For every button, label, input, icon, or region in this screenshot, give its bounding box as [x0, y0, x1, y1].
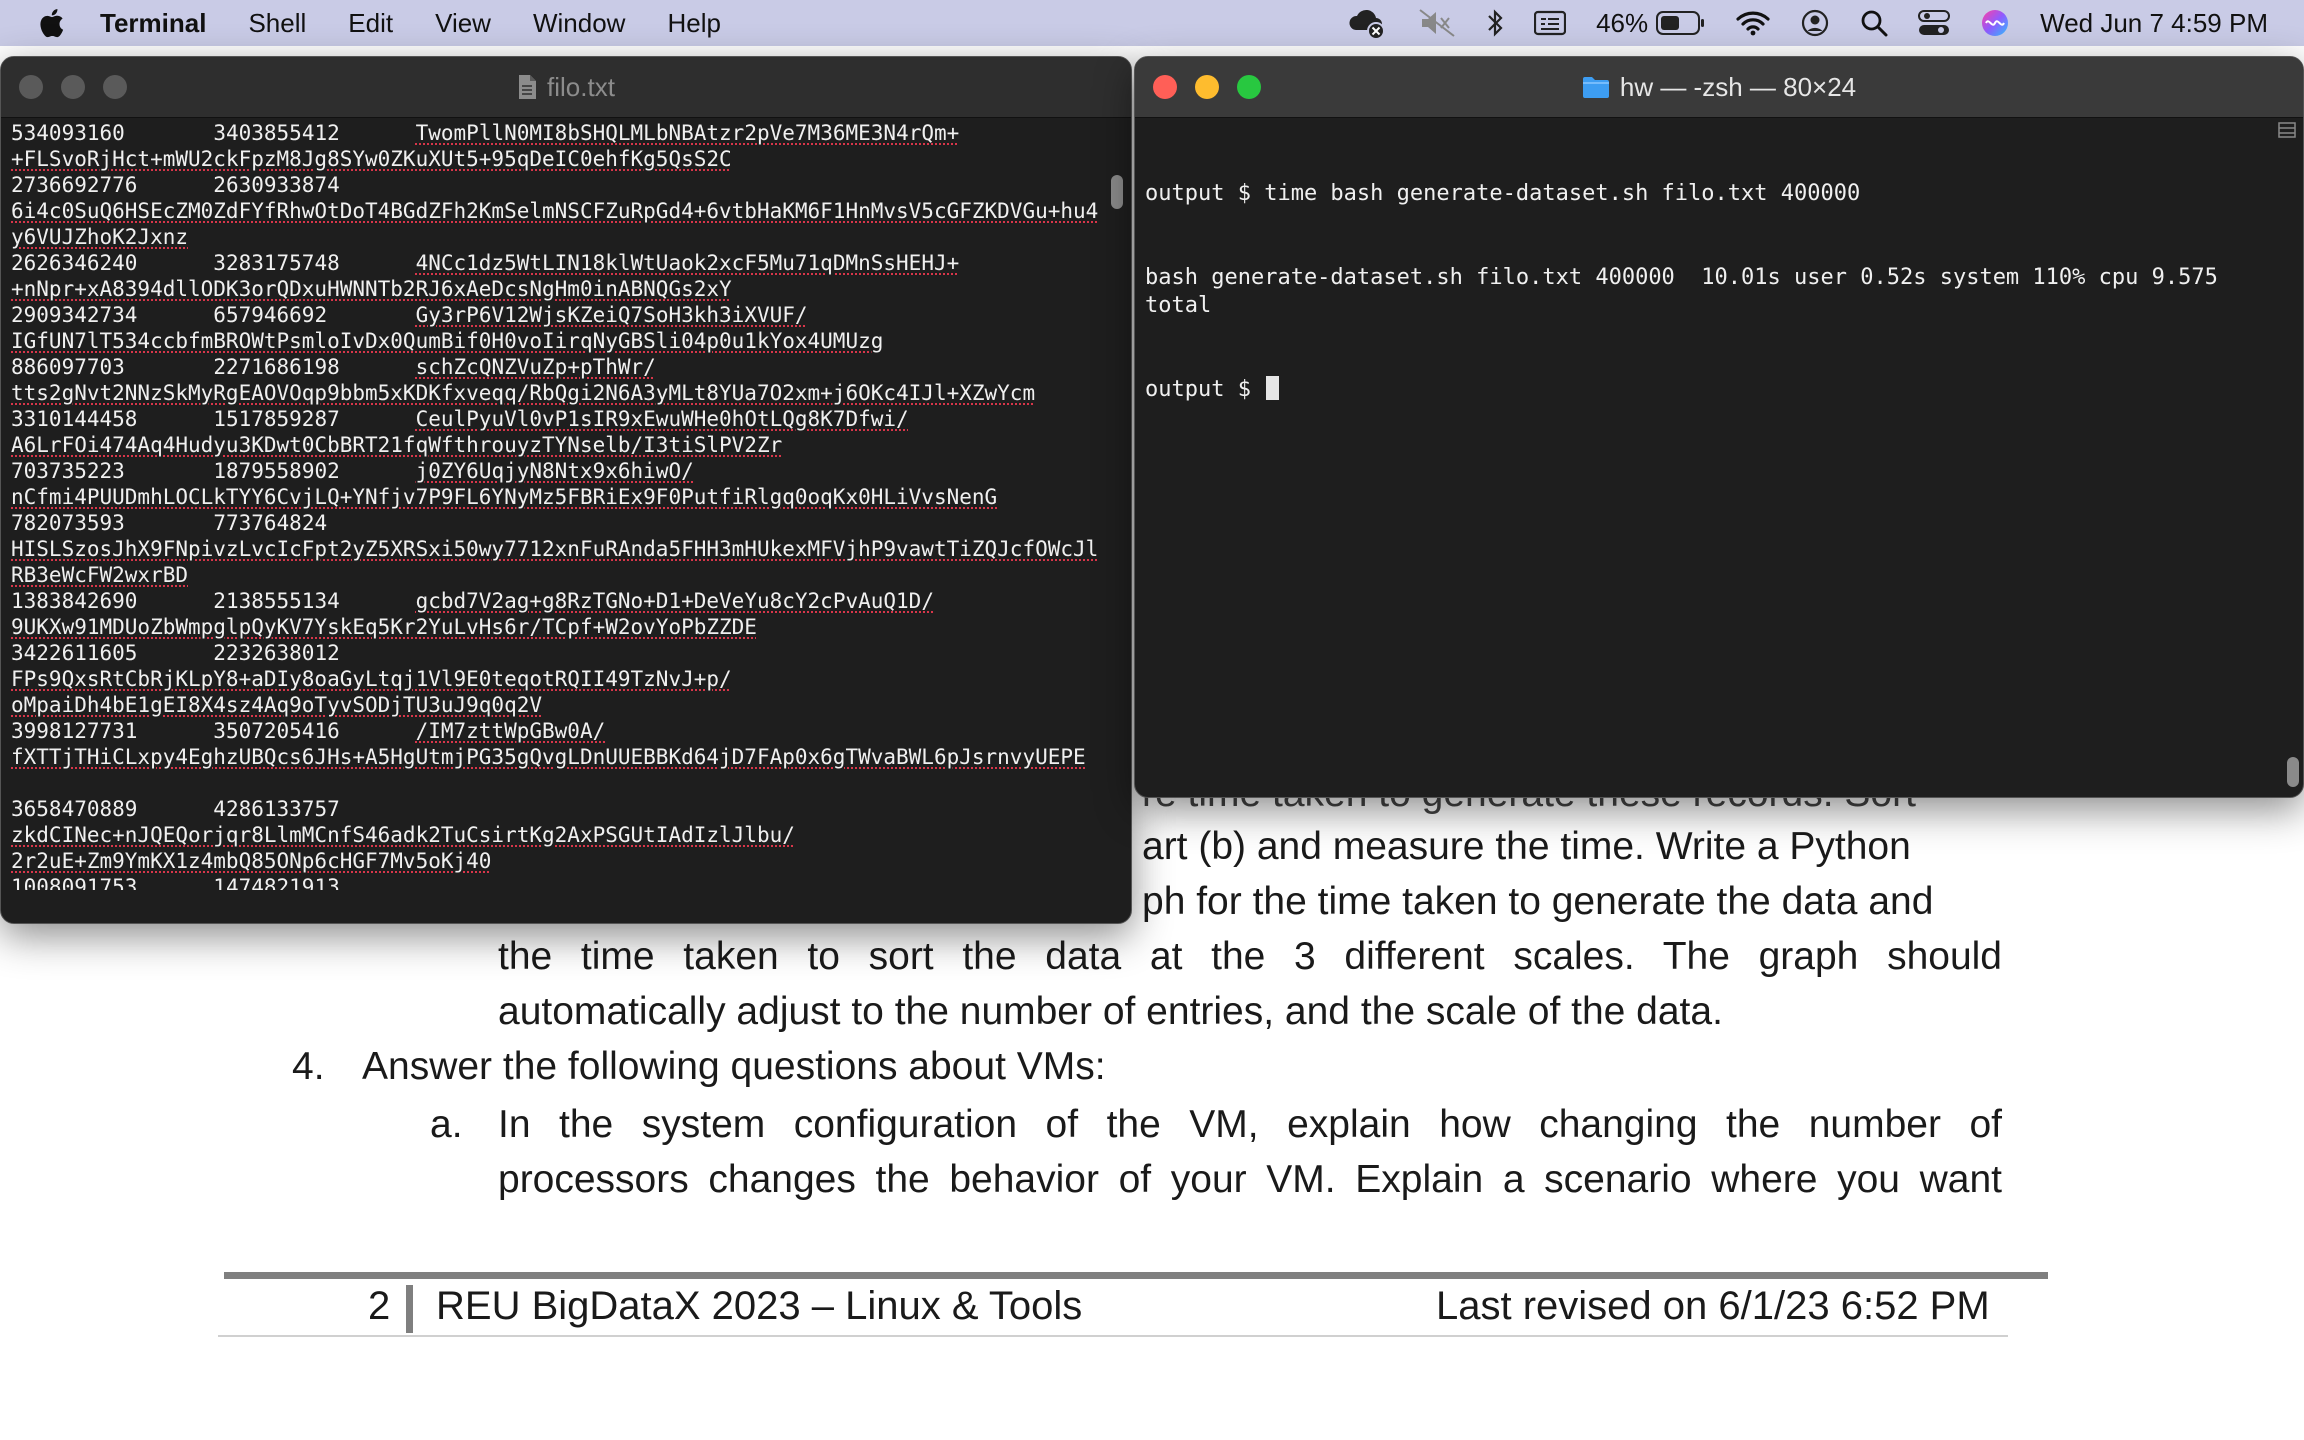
footer-rule	[224, 1272, 2048, 1279]
sub-question-a-label: a.	[430, 1103, 463, 1146]
file-scrollbar-thumb[interactable]	[1111, 175, 1123, 209]
question-4-number: 4.	[292, 1045, 325, 1088]
battery-percent: 46%	[1596, 7, 1649, 38]
minimize-button[interactable]	[61, 75, 85, 99]
footer-page-number: 2	[368, 1284, 391, 1328]
sub-question-a-line-1: In the system configuration of the VM, e…	[498, 1103, 2002, 1146]
menu-view[interactable]: View	[435, 8, 491, 39]
file-line: 886097703 2271686198 schZcQNZVuZp+pThWr/	[11, 355, 656, 379]
file-line: +nNpr+xA8394dllODK3orQDxuHWNNTb2RJ6xAeDc…	[11, 277, 732, 301]
footer-title: REU BigDataX 2023 – Linux & Tools	[436, 1284, 1083, 1328]
control-center-icon[interactable]	[1918, 9, 1951, 37]
clock[interactable]: Wed Jun 7 4:59 PM	[2040, 8, 2268, 39]
keyboard-input-icon[interactable]	[1534, 10, 1567, 36]
file-window-titlebar[interactable]: filo.txt	[1, 57, 1131, 118]
file-line: FPs9QxsRtCbRjKLpY8+aDIy8oaGyLtqj1Vl9E0te…	[11, 667, 732, 691]
minimize-button[interactable]	[1195, 75, 1219, 99]
file-line: oMpaiDh4bE1gEI8X4sz4Aq9oTyvSODjTU3uJ9q0q…	[11, 693, 543, 717]
terminal-window[interactable]: hw — -zsh — 80×24 output $ time bash gen…	[1134, 56, 2304, 798]
file-line: 2626346240 3283175748 4NCc1dz5WtLIN18klW…	[11, 251, 960, 275]
file-line: 703735223 1879558902 j0ZY6UqjyN8Ntx9x6hi…	[11, 459, 694, 483]
file-content[interactable]: 534093160 3403855412 TwomPllN0MI8bSHQLML…	[1, 118, 1131, 890]
window-controls	[1153, 57, 1261, 117]
menu-app-terminal[interactable]: Terminal	[100, 8, 206, 39]
menu-window[interactable]: Window	[533, 8, 625, 39]
question-4-text: Answer the following questions about VMs…	[362, 1045, 1106, 1088]
close-button[interactable]	[1153, 75, 1177, 99]
file-line: 1383842690 2138555134 gcbd7V2ag+g8RzTGNo…	[11, 589, 934, 613]
file-line: 782073593 773764824	[11, 511, 328, 535]
file-line: 2736692776 2630933874	[11, 173, 340, 197]
user-icon[interactable]	[1800, 8, 1830, 38]
footer-divider	[406, 1285, 413, 1333]
status-area: 46% Wed Jun 7 4:59 PM	[1346, 0, 2268, 46]
file-line: 3658470889 4286133757	[11, 797, 340, 821]
file-line: HISLSzosJhX9FNpivzLvcIcFpt2yZ5XRSxi50wy7…	[11, 537, 1099, 587]
file-line: A6LrFOi474Aq4Hudyu3KDwt0CbBRT21fqWfthrou…	[11, 433, 783, 457]
close-button[interactable]	[19, 75, 43, 99]
file-line: nCfmi4PUUDmhLOCLkTYY6CvjLQ+YNfjv7P9FL6YN…	[11, 485, 998, 509]
menu-help[interactable]: Help	[667, 8, 720, 39]
file-line: +FLSvoRjHct+mWU2ckFpzM8Jg8SYw0ZKuXUt5+95…	[11, 147, 732, 171]
window-controls	[19, 57, 127, 117]
file-line: 2909342734 657946692 Gy3rP6V12WjsKZeiQ7S…	[11, 303, 808, 327]
file-line: tts2gNvt2NNzSkMyRgEAOVOqp9bbm5xKDKfxveqq…	[11, 381, 1036, 405]
file-line: 6i4c0SuQ6HSEcZM0ZdFYfRhwOtDoT4BGdZFh2KmS…	[11, 199, 1099, 249]
document-icon	[517, 74, 537, 100]
sub-question-a-line-2: processors changes the behavior of your …	[498, 1158, 2002, 1201]
scroll-indicator-icon	[2277, 121, 2297, 139]
file-window[interactable]: filo.txt 534093160 3403855412 TwomPllN0M…	[0, 56, 1132, 924]
file-line: fXTTjTHiCLxpy4EghzUBQcs6JHs+A5HgUtmjPG35…	[11, 745, 1086, 769]
bluetooth-icon[interactable]	[1486, 8, 1504, 38]
mute-icon[interactable]	[1418, 8, 1456, 38]
apple-icon[interactable]	[36, 8, 66, 38]
terminal-titlebar[interactable]: hw — -zsh — 80×24	[1135, 57, 2303, 118]
doc-line-3: ph for the time taken to generate the da…	[1142, 880, 1934, 923]
file-line: 3422611605 2232638012	[11, 641, 340, 665]
footer-revised: Last revised on 6/1/23 6:52 PM	[1436, 1284, 1990, 1328]
battery-icon[interactable]	[1656, 10, 1706, 36]
menu-bar: Terminal Shell Edit View Window Help 46%	[0, 0, 2304, 46]
zoom-button[interactable]	[1237, 75, 1261, 99]
doc-line-4: the time taken to sort the data at the 3…	[498, 935, 2002, 978]
wifi-icon[interactable]	[1736, 10, 1770, 36]
menu-shell[interactable]: Shell	[248, 8, 306, 39]
terminal-prompt: output $	[1145, 377, 1265, 402]
file-line: 3310144458 1517859287 CeulPyuVl0vP1sIR9x…	[11, 407, 909, 431]
terminal-result-line: bash generate-dataset.sh filo.txt 400000…	[1145, 265, 2232, 318]
file-line: 534093160 3403855412 TwomPllN0MI8bSHQLML…	[11, 121, 960, 145]
menu-edit[interactable]: Edit	[348, 8, 393, 39]
folder-icon	[1582, 75, 1610, 99]
search-icon[interactable]	[1860, 9, 1888, 37]
footer-bottom-line	[218, 1335, 2008, 1337]
doc-line-2: art (b) and measure the time. Write a Py…	[1142, 825, 1911, 868]
creative-cloud-icon[interactable]	[1346, 6, 1388, 40]
file-line: 3998127731 3507205416 /IM7zttWpGBw0A/	[11, 719, 606, 743]
terminal-title: hw — -zsh — 80×24	[1619, 71, 1857, 102]
file-line: 2r2uE+Zm9YmKX1z4mbQ85ONp6cHGF7Mv5oKj40	[11, 849, 492, 873]
doc-line-5: automatically adjust to the number of en…	[498, 990, 1723, 1033]
file-window-title: filo.txt	[547, 71, 615, 102]
siri-icon[interactable]	[1980, 8, 2010, 38]
text-cursor	[1266, 376, 1280, 400]
terminal-prompt-line[interactable]: output $	[1145, 376, 2280, 404]
file-line: IGfUN7lT534ccbfmBROWtPsmloIvDx0QumBif0H0…	[11, 329, 884, 353]
file-line: 1008091753 1474821913	[11, 875, 340, 890]
terminal-scrollbar-thumb[interactable]	[2287, 757, 2299, 787]
terminal-output[interactable]: output $ time bash generate-dataset.sh f…	[1135, 118, 2280, 460]
file-line: 9UKXw91MDUoZbWmpglpQyKV7YskEq5Kr2YuLvHs6…	[11, 615, 757, 639]
zoom-button[interactable]	[103, 75, 127, 99]
terminal-command-line: output $ time bash generate-dataset.sh f…	[1145, 181, 1861, 206]
file-line: zkdCINec+nJQEQorjqr8LlmMCnfS46adk2TuCsir…	[11, 823, 795, 847]
